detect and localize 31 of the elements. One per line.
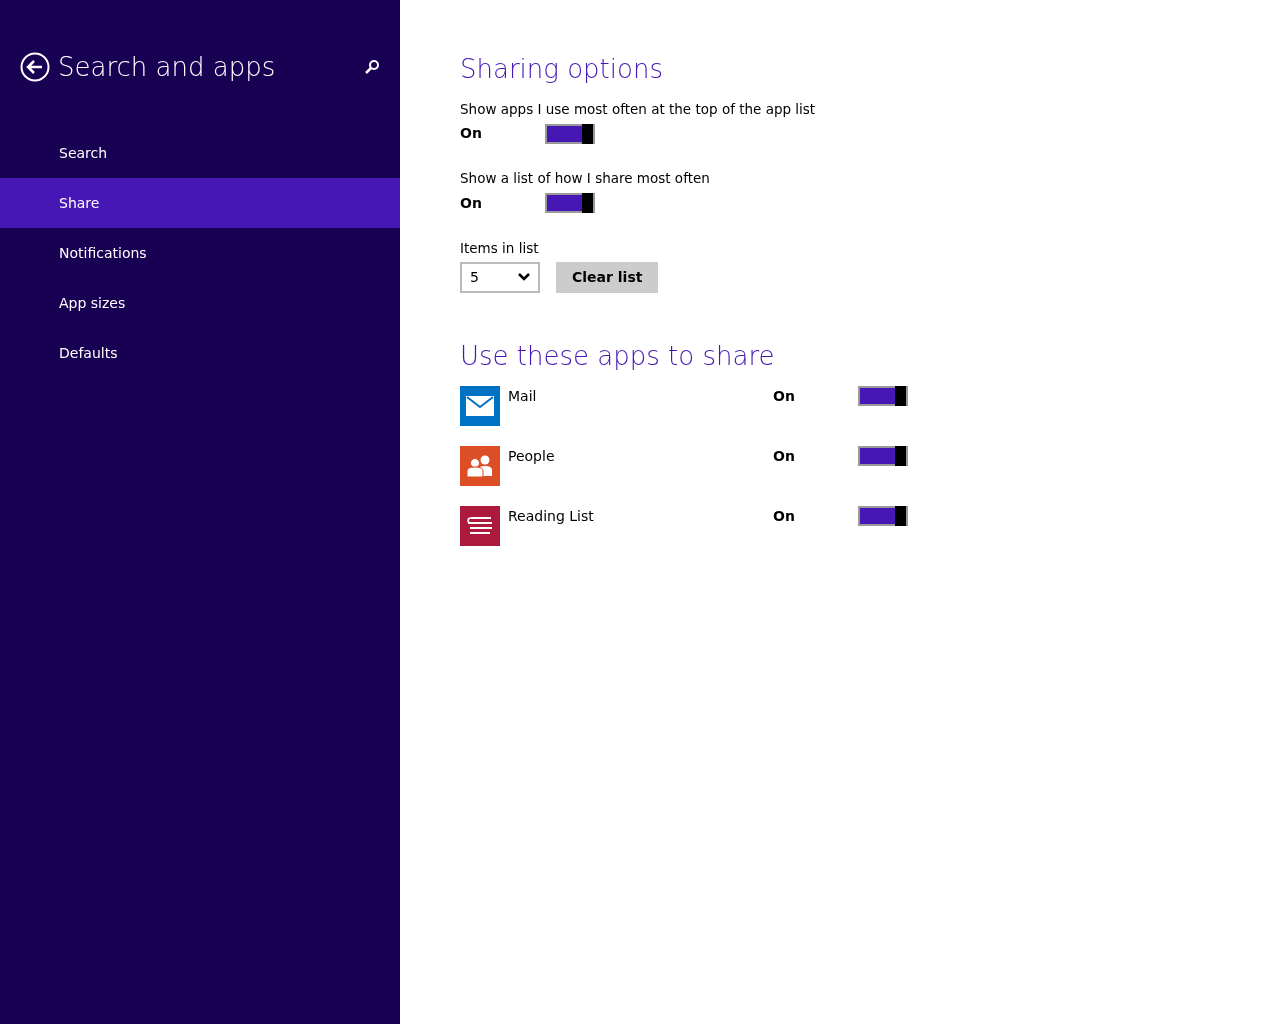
toggle-switch[interactable] — [858, 506, 908, 527]
app-name: Mail — [508, 387, 538, 407]
toggle-switch[interactable] — [858, 446, 908, 467]
toggle-switch[interactable] — [858, 386, 908, 407]
toggle-state: On — [773, 507, 796, 527]
section-heading: Sharing options — [460, 54, 664, 86]
toggle-state: On — [773, 447, 796, 467]
field-label: Items in list — [460, 238, 540, 258]
section-heading: Use these apps to share — [460, 340, 776, 373]
toggle-state: On — [773, 387, 796, 407]
search-icon[interactable] — [364, 59, 380, 75]
toggle-state: On — [460, 124, 483, 144]
chevron-down-icon — [518, 273, 530, 282]
sidebar-item[interactable]: Defaults — [0, 328, 400, 378]
sidebar-item[interactable]: App sizes — [0, 278, 400, 328]
setting-label: Show apps I use most often at the top of the app list — [460, 100, 817, 120]
setting-label: Show a list of how I share most often — [460, 169, 711, 189]
items-dropdown[interactable]: 5 — [460, 261, 540, 293]
clear-list-button[interactable]: Clear list — [556, 261, 659, 293]
sidebar-item[interactable]: Search — [0, 128, 400, 178]
sidebar-item[interactable]: Share — [0, 178, 400, 228]
app-name: Reading List — [508, 507, 595, 527]
envelope-icon — [466, 396, 494, 417]
page-title: Search and apps — [58, 54, 276, 80]
toggle-state: On — [460, 193, 483, 213]
toggle-switch[interactable] — [545, 123, 595, 144]
people-icon — [465, 455, 495, 478]
toggle-switch[interactable] — [545, 193, 595, 214]
text-lines-icon — [466, 516, 494, 537]
sidebar-item[interactable]: Notifications — [0, 228, 400, 278]
app-name: People — [508, 447, 556, 467]
